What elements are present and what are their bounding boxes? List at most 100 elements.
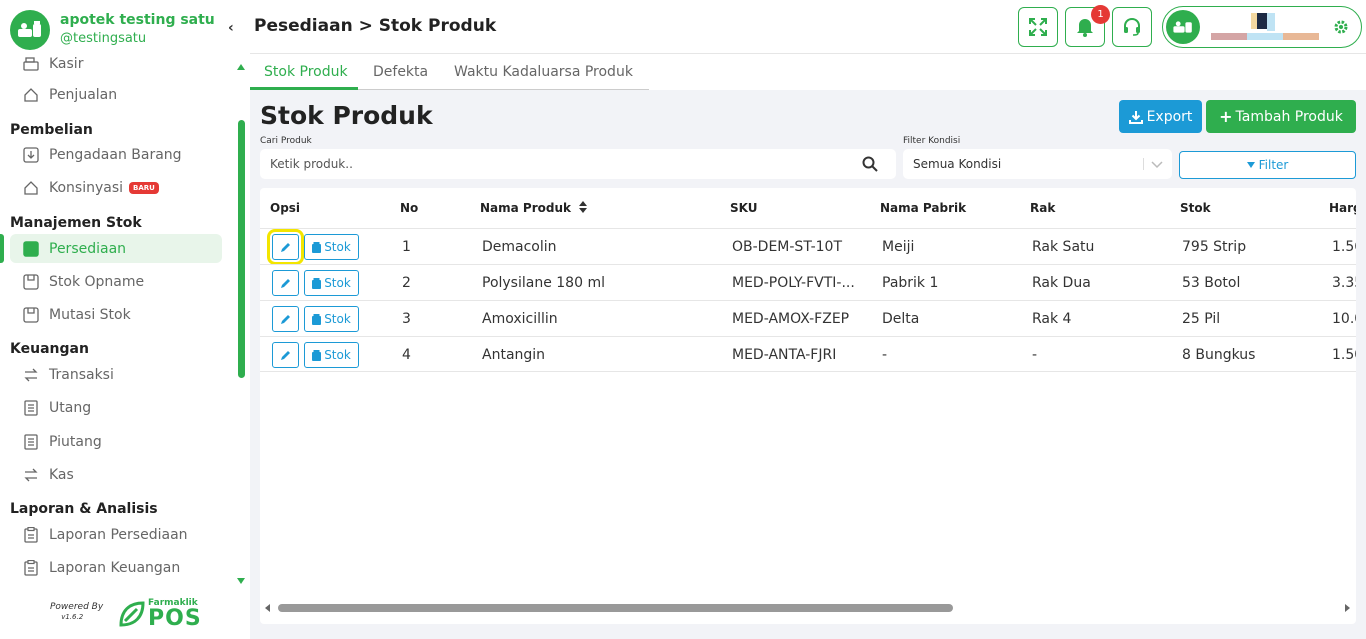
table-horizontal-scrollbar[interactable] <box>260 600 1356 616</box>
sidebar-item-label: Mutasi Stok <box>49 306 131 323</box>
column-header-opsi: Opsi <box>270 201 301 215</box>
fullscreen-icon <box>1029 18 1047 36</box>
edit-button[interactable] <box>272 270 299 296</box>
table-row: Stok 1 Demacolin OB-DEM-ST-10T Meiji Rak… <box>260 228 1356 265</box>
brand: apotek testing satu @testingsatu <box>10 10 215 50</box>
collapse-sidebar-icon[interactable]: ‹ <box>228 20 234 36</box>
filter-kondisi-select[interactable]: Semua Kondisi <box>903 149 1172 179</box>
column-header-no: No <box>400 201 419 215</box>
fullscreen-button[interactable] <box>1018 7 1058 47</box>
chevron-down-icon <box>1151 161 1163 169</box>
sidebar-item-label: Pengadaan Barang <box>49 146 182 163</box>
sidebar-item-pengadaan-barang[interactable]: Pengadaan Barang <box>10 140 222 169</box>
sidebar-item-kasir[interactable]: Kasir <box>10 52 222 78</box>
table-row: Stok 4 Antangin MED-ANTA-FJRI - - 8 Bung… <box>260 336 1356 372</box>
user-avatar <box>1166 10 1200 44</box>
sidebar-item-utang[interactable]: Utang <box>10 393 222 422</box>
cell-no: 1 <box>402 239 411 255</box>
cell-stok: 53 Botol <box>1182 275 1241 291</box>
brand-name: apotek testing satu <box>60 12 215 28</box>
headset-icon <box>1124 17 1140 36</box>
user-profile-menu[interactable] <box>1162 6 1362 48</box>
filter-kondisi-label: Filter Kondisi <box>903 136 961 146</box>
stok-button[interactable]: Stok <box>304 342 359 368</box>
stok-button[interactable]: Stok <box>304 270 359 296</box>
scroll-up-arrow-icon[interactable] <box>237 64 245 70</box>
sidebar-item-label: Konsinyasi <box>49 179 124 196</box>
cell-nama-produk: Antangin <box>482 347 546 363</box>
edit-button[interactable] <box>272 342 299 368</box>
cell-nama-pabrik: Pabrik 1 <box>882 275 939 291</box>
powered-by: Powered By v1.6.2 <box>50 602 103 621</box>
filter-button[interactable]: Filter <box>1179 151 1356 179</box>
box-icon <box>22 306 39 323</box>
top-header: Pesediaan > Stok Produk 1 <box>250 0 1366 54</box>
support-button[interactable] <box>1112 7 1152 47</box>
box-icon <box>22 273 39 290</box>
sidebar-item-persediaan[interactable]: Persediaan <box>10 234 222 263</box>
stok-button[interactable]: Stok <box>304 306 359 332</box>
cell-sku: MED-POLY-FVTI-... <box>732 275 855 291</box>
search-icon[interactable] <box>862 156 878 172</box>
edit-button[interactable] <box>272 306 299 332</box>
export-button[interactable]: Export <box>1119 100 1202 133</box>
cell-nama-produk: Polysilane 180 ml <box>482 275 605 291</box>
tab-waktu-kadaluarsa-produk[interactable]: Waktu Kadaluarsa Produk <box>454 64 633 80</box>
table-row: Stok 3 Amoxicillin MED-AMOX-FZEP Delta R… <box>260 300 1356 336</box>
sidebar: apotek testing satu @testingsatu ‹ Kasir… <box>0 0 250 639</box>
jar-icon <box>312 277 322 289</box>
column-header-nama-produk[interactable]: Nama Produk <box>480 201 588 215</box>
sidebar-item-label: Kasir <box>49 55 84 72</box>
stok-button-label: Stok <box>324 240 351 254</box>
scroll-left-arrow-icon[interactable] <box>265 604 270 612</box>
home-icon <box>22 179 39 196</box>
search-input[interactable] <box>260 149 820 179</box>
cell-harga: 3.35 <box>1332 275 1356 291</box>
notification-button[interactable]: 1 <box>1065 5 1110 47</box>
farmaklik-leaf-icon <box>119 600 145 627</box>
new-badge: BARU <box>129 181 159 194</box>
sidebar-item-konsinyasi[interactable]: Konsinyasi BARU <box>10 173 222 202</box>
clipboard-icon <box>22 526 39 543</box>
add-product-button[interactable]: + Tambah Produk <box>1206 100 1356 133</box>
cell-nama-pabrik: Delta <box>882 311 920 327</box>
sidebar-item-stok-opname[interactable]: Stok Opname <box>10 267 222 296</box>
sidebar-item-laporan-persediaan[interactable]: Laporan Persediaan <box>10 520 222 549</box>
column-header-harga: Harg <box>1329 201 1356 215</box>
clipboard-icon <box>22 559 39 576</box>
powered-by-text: Powered By <box>50 602 104 612</box>
brand-handle: @testingsatu <box>60 31 147 46</box>
tab-defekta[interactable]: Defekta <box>373 64 428 80</box>
scroll-down-arrow-icon[interactable] <box>237 578 245 584</box>
notification-count-badge: 1 <box>1091 5 1110 24</box>
sidebar-item-kas[interactable]: Kas <box>10 460 222 489</box>
scroll-right-arrow-icon[interactable] <box>1345 604 1350 612</box>
page-title: Pesediaan > Stok Produk <box>254 16 497 36</box>
sidebar-item-mutasi-stok[interactable]: Mutasi Stok <box>10 300 222 329</box>
sidebar-item-penjualan[interactable]: Penjualan <box>10 80 222 109</box>
sidebar-item-label: Laporan Persediaan <box>49 526 188 543</box>
jar-icon <box>312 241 322 253</box>
sidebar-item-laporan-keuangan[interactable]: Laporan Keuangan <box>10 553 222 582</box>
sort-icon[interactable] <box>579 201 588 213</box>
sidebar-item-piutang[interactable]: Piutang <box>10 427 222 456</box>
filter-button-label: Filter <box>1258 158 1289 172</box>
cell-nama-pabrik: Meiji <box>882 239 915 255</box>
stok-button[interactable]: Stok <box>304 234 359 260</box>
cell-sku: MED-AMOX-FZEP <box>732 311 850 327</box>
sidebar-scrollbar[interactable] <box>238 120 245 378</box>
settings-gear-icon[interactable] <box>1333 19 1349 35</box>
section-pembelian: Pembelian <box>10 122 93 138</box>
edit-button[interactable] <box>267 229 304 265</box>
horizontal-scroll-thumb[interactable] <box>278 604 953 612</box>
sidebar-item-transaksi[interactable]: Transaksi <box>10 360 222 389</box>
transfer-icon <box>22 366 39 383</box>
column-header-label: Nama Produk <box>480 201 571 215</box>
sidebar-nav: Kasir Penjualan Pembelian Pengadaan Bara… <box>0 52 232 592</box>
tab-stok-produk[interactable]: Stok Produk <box>264 64 348 80</box>
main-title: Stok Produk <box>260 101 433 130</box>
cell-harga: 1.50 <box>1332 347 1356 363</box>
sidebar-item-label: Laporan Keuangan <box>49 559 181 576</box>
stok-button-label: Stok <box>324 312 351 326</box>
sidebar-item-label: Persediaan <box>49 240 127 257</box>
